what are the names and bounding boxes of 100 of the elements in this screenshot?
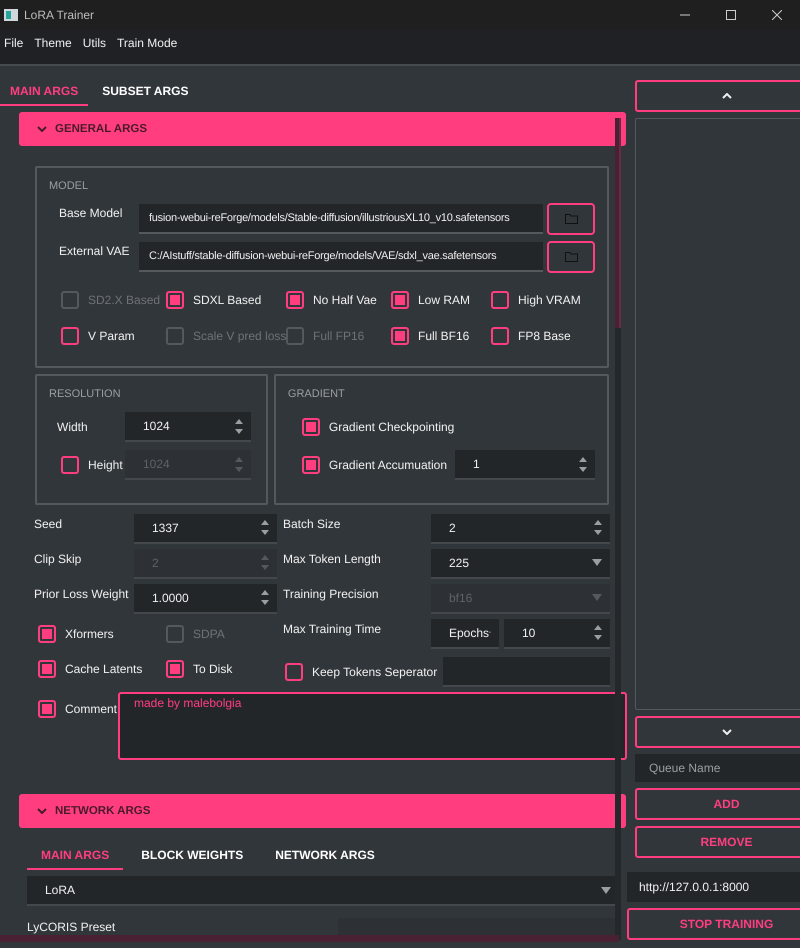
up-arrow-icon[interactable] [261,520,269,525]
spin-box[interactable]: 1.0000 [134,584,277,614]
field-label: Max Token Length [283,551,382,566]
checkbox[interactable] [391,327,409,345]
remove-button[interactable]: REMOVE [635,826,800,858]
move-up-button[interactable] [635,80,800,112]
checkbox-label: Keep Tokens Seperator [312,664,438,678]
menu-item[interactable]: File [0,36,28,50]
browse-button[interactable] [547,241,595,273]
stop-training-button[interactable]: STOP TRAINING [627,908,800,940]
group-title: RESOLUTION [49,388,122,400]
checkbox[interactable] [302,418,320,436]
field-label: Base Model [58,205,124,220]
field-label: Seed [34,516,64,531]
app-icon [4,9,18,21]
checkbox-label: Cache Latents [65,662,142,676]
checkbox[interactable] [285,662,303,680]
dropdown-arrow-icon[interactable] [592,559,602,566]
up-arrow-icon[interactable] [594,520,602,525]
group-title: GRADIENT [288,388,346,400]
field-label: Training Precision [283,586,380,601]
section-header[interactable]: GENERAL ARGS [19,112,626,146]
field-label: External VAE [58,243,130,258]
up-arrow-icon[interactable] [235,418,243,424]
chevron-down-icon [37,126,47,132]
checkbox[interactable] [38,660,56,678]
group-title: MODEL [49,180,90,192]
field-label: Clip Skip [34,551,82,566]
chevron-up-icon [722,93,732,99]
folder-icon [564,214,578,224]
chevron-down-icon [37,808,47,814]
queue-name-field[interactable]: Queue Name [635,754,800,782]
down-arrow-icon[interactable] [261,600,269,605]
path-field[interactable]: fusion-webui-reForge/models/Stable-diffusion/illustriousXL10_v10.safetensors [139,204,543,234]
up-arrow-icon[interactable] [594,625,602,630]
checkbox-label: Scale V pred loss [193,329,286,343]
browse-button[interactable] [547,203,595,235]
spin-box[interactable]: 10 [504,618,610,648]
checkbox-label: Full FP16 [313,329,364,343]
menu-item[interactable]: Theme [30,36,76,50]
checkbox[interactable] [166,291,184,309]
tab[interactable]: BLOCK WEIGHTS [127,840,258,870]
section-header[interactable]: NETWORK ARGS [19,794,626,828]
scrollbar[interactable] [615,118,621,940]
text-field[interactable] [443,656,610,686]
checkbox-label: Gradient Checkpointing [328,420,454,434]
checkbox-label: SD2.X Based [88,293,160,307]
up-arrow-icon[interactable] [579,456,587,462]
url-field[interactable]: http://127.0.0.1:8000 [627,872,800,902]
checkbox-label: To Disk [193,662,232,676]
spin-box[interactable]: 2 [431,514,610,544]
field-label: LyCORIS Preset [27,919,116,934]
checkbox-label: Low RAM [418,293,470,307]
tab[interactable]: SUBSET ARGS [92,76,198,106]
path-field[interactable]: C:/AIstuff/stable-diffusion-webui-reForge/models/VAE/sdxl_vae.safetensors [139,242,543,272]
tab[interactable]: MAIN ARGS [0,76,88,106]
checkbox[interactable] [391,291,409,309]
dropdown-arrow-icon[interactable] [601,886,611,894]
menu-item[interactable]: Train Mode [113,36,182,50]
horizontal-scrollbar[interactable] [0,935,619,942]
tab[interactable]: MAIN ARGS [27,840,124,870]
checkbox-label: SDPA [193,626,225,640]
checkbox-label: SDXL Based [193,293,262,307]
checkbox[interactable] [166,660,184,678]
field-label: Prior Loss Weight [34,586,130,601]
up-arrow-icon[interactable] [261,590,269,595]
checkbox-label: Comment [65,702,118,716]
spin-box[interactable]: 1024 [125,412,251,442]
down-arrow-icon[interactable] [579,466,587,472]
unit-dropdown[interactable]: Epochs [431,618,499,648]
down-arrow-icon[interactable] [594,635,602,640]
folder-icon [564,252,578,262]
dropdown[interactable]: 225 [431,548,610,578]
checkbox-label: Height [88,458,123,472]
menu-item[interactable]: Utils [78,36,110,50]
add-button[interactable]: ADD [635,788,800,820]
checkbox[interactable] [491,327,509,345]
checkbox[interactable] [61,327,79,345]
checkbox-label: Gradient Accumuation [328,458,447,472]
checkbox[interactable] [491,291,509,309]
window-title: LoRA Trainer [24,8,96,22]
checkbox-label: Xformers [65,626,114,640]
down-arrow-icon[interactable] [261,530,269,535]
down-arrow-icon[interactable] [594,530,602,535]
checkbox-label: V Param [88,329,135,343]
spin-box[interactable]: 1 [455,450,595,480]
checkbox-label: High VRAM [518,293,581,307]
checkbox[interactable] [286,291,304,309]
comment-field[interactable]: made by malebolgia [118,692,627,760]
checkbox-label: No Half Vae [313,293,377,307]
checkbox[interactable] [38,700,56,718]
checkbox[interactable] [302,456,320,474]
spin-box[interactable]: 1337 [134,514,277,544]
field-label: Batch Size [283,516,342,531]
down-arrow-icon[interactable] [235,428,243,434]
move-down-button[interactable] [635,716,800,748]
tab[interactable]: NETWORK ARGS [261,840,389,870]
field-label: Max Training Time [283,621,382,636]
field-label: Width [57,420,88,434]
checkbox[interactable] [38,624,56,642]
